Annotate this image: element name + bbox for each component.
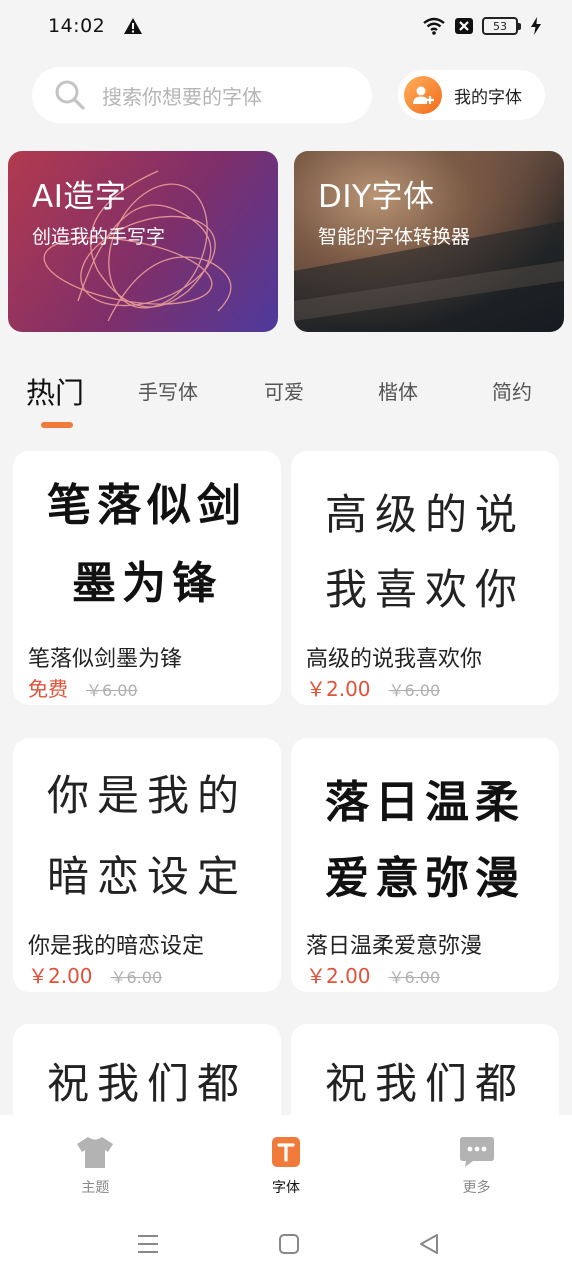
menu-icon[interactable] (137, 1233, 159, 1255)
font-preview: 落日温柔 爱意弥漫 (291, 738, 559, 906)
font-preview: 祝我们都 (13, 1024, 281, 1111)
tab-cute[interactable]: 可爱 (264, 376, 304, 405)
search-placeholder: 搜索你想要的字体 (102, 84, 262, 109)
price-row: ￥2.00 ￥6.00 (306, 673, 440, 702)
font-preview: 笔落似剑 墨为锋 (13, 451, 281, 611)
preview-line: 墨为锋 (72, 558, 222, 609)
search-icon (55, 80, 85, 110)
price-original: ￥6.00 (388, 681, 441, 700)
preview-line: 我喜欢你 (324, 565, 525, 614)
preview-line: 落日温柔 (325, 777, 525, 828)
tab-simple[interactable]: 简约 (492, 376, 532, 405)
user-add-icon (404, 76, 442, 114)
price-current: ￥2.00 (28, 964, 93, 988)
preview-line: 高级的说 (324, 490, 525, 539)
font-t-icon (272, 1137, 300, 1167)
banner-subtitle: 创造我的手写字 (32, 226, 166, 248)
active-tab-indicator (41, 422, 73, 428)
price-original: ￥6.00 (388, 968, 441, 987)
preview-line: 祝我们都 (324, 1059, 525, 1108)
banner-title: AI造字 (32, 179, 127, 215)
chat-bubble-icon (459, 1137, 494, 1167)
tab-kaiti[interactable]: 楷体 (378, 376, 418, 405)
font-preview: 祝我们都 (291, 1024, 559, 1111)
sim-blocked-icon (455, 18, 473, 34)
back-icon[interactable] (418, 1233, 440, 1255)
ai-font-banner[interactable]: AI造字 创造我的手写字 (8, 151, 278, 332)
charging-icon (531, 17, 541, 35)
price-current: ￥2.00 (306, 677, 371, 701)
preview-line: 暗恋设定 (46, 852, 247, 901)
font-preview: 你是我的 暗恋设定 (13, 738, 281, 904)
price-row: 免费 ￥6.00 (28, 673, 138, 702)
preview-line: 你是我的 (46, 771, 247, 820)
category-tabs: 热门 手写体 可爱 楷体 简约 (0, 370, 572, 430)
price-current: 免费 (28, 677, 68, 701)
preview-line: 祝我们都 (46, 1059, 247, 1108)
warning-icon (124, 18, 143, 34)
banner-title: DIY字体 (318, 179, 435, 215)
nav-label: 主题 (81, 1180, 110, 1196)
tshirt-icon (77, 1137, 114, 1168)
font-name: 笔落似剑墨为锋 (28, 647, 183, 672)
font-name: 你是我的暗恋设定 (28, 934, 205, 959)
font-card[interactable]: 落日温柔 爱意弥漫 落日温柔爱意弥漫 ￥2.00 ￥6.00 (291, 738, 559, 992)
status-time: 14:02 (48, 15, 106, 37)
font-name: 落日温柔爱意弥漫 (306, 934, 483, 959)
my-fonts-button[interactable]: 我的字体 (398, 70, 545, 120)
search-input[interactable]: 搜索你想要的字体 (32, 67, 372, 123)
font-card[interactable]: 你是我的 暗恋设定 你是我的暗恋设定 ￥2.00 ￥6.00 (13, 738, 281, 992)
wifi-icon (423, 17, 445, 35)
price-current: ￥2.00 (306, 964, 371, 988)
tab-handwriting[interactable]: 手写体 (138, 376, 198, 405)
battery-indicator: 53 (482, 17, 521, 35)
nav-label: 字体 (272, 1180, 300, 1196)
font-name: 高级的说我喜欢你 (306, 647, 483, 672)
nav-item-font[interactable]: 字体 (191, 1115, 382, 1215)
status-bar: 14:02 53 (0, 0, 572, 52)
price-original: ￥6.00 (86, 681, 138, 700)
price-row: ￥2.00 ￥6.00 (306, 960, 440, 989)
font-preview: 高级的说 我喜欢你 (291, 451, 559, 617)
battery-level: 53 (493, 19, 507, 33)
price-row: ￥2.00 ￥6.00 (28, 960, 162, 989)
banner-subtitle: 智能的字体转换器 (318, 226, 471, 248)
bottom-navigation: 主题 字体 更多 (0, 1115, 572, 1215)
nav-item-theme[interactable]: 主题 (0, 1115, 191, 1215)
diy-font-banner[interactable]: DIY字体 智能的字体转换器 (294, 151, 564, 332)
nav-item-more[interactable]: 更多 (381, 1115, 572, 1215)
system-navigation-bar (0, 1215, 572, 1280)
preview-line: 爱意弥漫 (325, 853, 525, 904)
font-card[interactable]: 笔落似剑 墨为锋 笔落似剑墨为锋 免费 ￥6.00 (13, 451, 281, 705)
font-card[interactable]: 高级的说 我喜欢你 高级的说我喜欢你 ￥2.00 ￥6.00 (291, 451, 559, 705)
home-icon[interactable] (278, 1233, 300, 1255)
tab-hot[interactable]: 热门 (26, 370, 84, 412)
price-original: ￥6.00 (110, 968, 163, 987)
preview-line: 笔落似剑 (47, 480, 247, 531)
nav-label: 更多 (462, 1180, 491, 1196)
my-fonts-label: 我的字体 (454, 87, 522, 108)
